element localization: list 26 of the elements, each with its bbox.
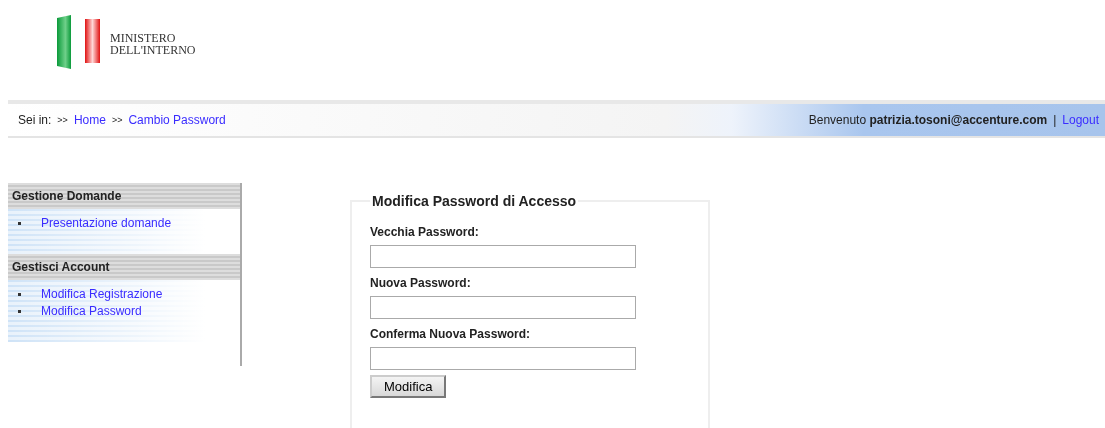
logo-text: DELL'INTERNO [110, 43, 196, 56]
flag-logo-icon [56, 14, 102, 69]
password-field[interactable] [370, 296, 636, 319]
bullet-icon [18, 222, 21, 225]
welcome-text: Benvenuto patrizia.tosoni@accenture.com [808, 113, 1048, 127]
bullet-icon [18, 293, 21, 296]
separator-text: | [1053, 113, 1057, 127]
field-label: Conferma Nuova Password: [370, 327, 532, 341]
field-label: Nuova Password: [370, 276, 472, 290]
field-label: Vecchia Password: [370, 225, 480, 239]
bullet-icon [18, 310, 21, 313]
breadcrumb-separator: >> [57, 115, 68, 125]
password-field[interactable] [370, 347, 636, 370]
password-field[interactable] [370, 245, 636, 268]
menu-link[interactable]: Modifica Registrazione [41, 286, 163, 303]
breadcrumb-separator: >> [111, 115, 123, 125]
menu-link[interactable]: Modifica Password [41, 303, 142, 320]
breadcrumb-label: Sei in: [18, 113, 52, 127]
breadcrumb-link[interactable]: Cambio Password [128, 113, 226, 127]
logo-text: MINISTERO [110, 31, 177, 44]
section-header: Gestisci Account [8, 254, 240, 280]
section-header: Gestione Domande [8, 183, 240, 209]
submit-button[interactable]: Modifica [370, 375, 447, 398]
breadcrumb-link[interactable]: Home [73, 113, 106, 127]
logout-link[interactable]: Logout [1062, 113, 1099, 127]
form-legend: Modifica Password di Accesso [370, 193, 579, 209]
